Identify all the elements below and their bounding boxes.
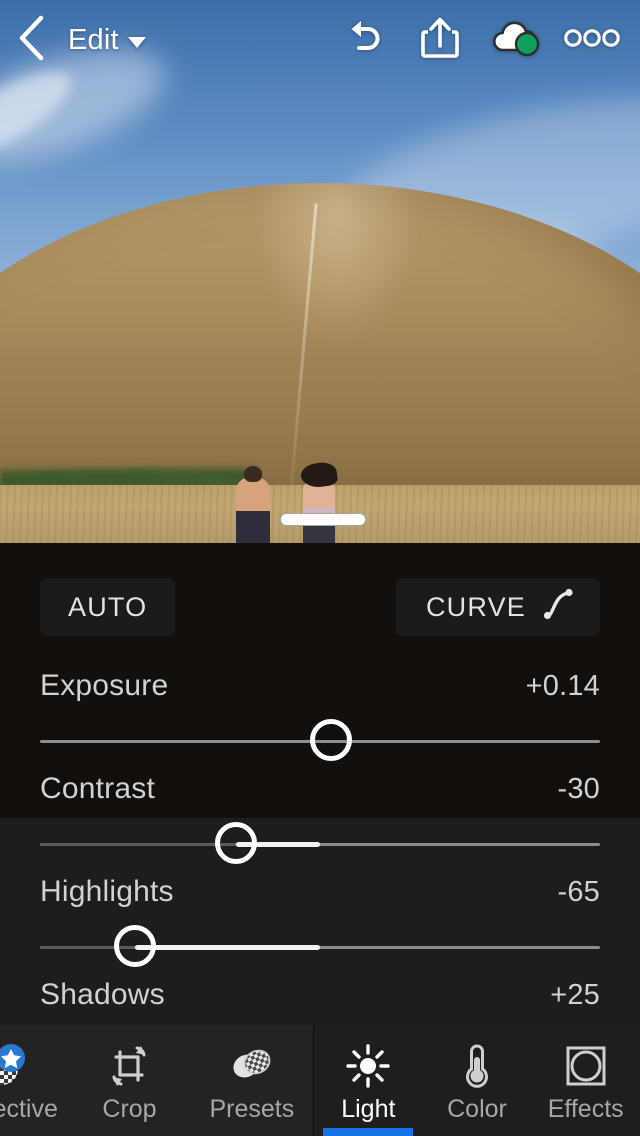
slider-handle[interactable] xyxy=(114,925,157,967)
tab-group-right: Light Color Effects xyxy=(313,1025,640,1136)
curve-button[interactable]: CURVE xyxy=(395,578,600,636)
active-tab-indicator xyxy=(323,1128,414,1136)
slider-track-contrast[interactable] xyxy=(40,822,600,866)
slider-value: +0.14 xyxy=(525,670,600,702)
tab-selective[interactable]: Selective xyxy=(0,1025,68,1136)
slider-label: Highlights xyxy=(40,875,174,908)
auto-button[interactable]: AUTO xyxy=(40,578,176,636)
slider-fill xyxy=(135,945,320,950)
tab-label: Light xyxy=(341,1095,396,1123)
lightroom-edit-screen: Edit AUTO CURVE Exposure +0.14 Contrast … xyxy=(0,0,640,1136)
cloud-sync-icon xyxy=(488,17,544,64)
share-icon xyxy=(420,16,460,65)
chevron-left-icon xyxy=(16,15,46,66)
slider-value: -30 xyxy=(557,773,600,805)
tab-presets[interactable]: Presets xyxy=(191,1025,313,1136)
tab-label: Crop xyxy=(102,1095,157,1123)
tab-effects[interactable]: Effects xyxy=(531,1025,640,1136)
slider-exposure: Exposure +0.14 xyxy=(0,669,640,763)
person-left xyxy=(236,466,270,543)
light-sun-icon xyxy=(345,1043,391,1089)
tab-crop[interactable]: Crop xyxy=(68,1025,190,1136)
tab-label: Color xyxy=(447,1095,507,1123)
slider-shadows: Shadows +25 xyxy=(0,978,640,1012)
cloud-sync-button[interactable] xyxy=(480,9,552,71)
more-options-icon xyxy=(564,27,620,54)
undo-icon xyxy=(342,18,386,63)
back-button[interactable] xyxy=(0,9,62,71)
page-title: Edit xyxy=(68,23,119,56)
tab-label: Selective xyxy=(0,1095,58,1123)
caret-down-icon xyxy=(127,36,146,48)
share-button[interactable] xyxy=(404,9,476,71)
effects-vignette-icon xyxy=(564,1043,608,1089)
slider-track-highlights[interactable] xyxy=(40,925,600,969)
slider-label: Exposure xyxy=(40,669,169,702)
tab-label: Presets xyxy=(209,1095,295,1123)
bottom-tab-bar: Selective Crop xyxy=(0,1025,640,1136)
white-pill-overlay xyxy=(280,513,366,526)
tab-label: Effects xyxy=(547,1095,624,1123)
slider-handle[interactable] xyxy=(310,719,353,761)
edit-mode-dropdown[interactable]: Edit xyxy=(62,9,152,71)
person-right xyxy=(303,479,335,543)
undo-button[interactable] xyxy=(328,9,400,71)
slider-value: -65 xyxy=(557,876,600,908)
slider-contrast: Contrast -30 xyxy=(0,772,640,866)
color-thermometer-icon xyxy=(459,1043,495,1089)
tab-light[interactable]: Light xyxy=(314,1025,423,1136)
slider-label: Shadows xyxy=(40,978,165,1011)
slider-value: +25 xyxy=(550,979,600,1011)
slider-handle[interactable] xyxy=(215,822,257,864)
more-options-button[interactable] xyxy=(556,9,628,71)
top-toolbar: Edit xyxy=(0,0,640,80)
photo-canvas[interactable] xyxy=(0,0,640,543)
crop-icon xyxy=(107,1043,151,1089)
selective-icon xyxy=(0,1043,30,1089)
tone-curve-icon xyxy=(542,587,576,628)
auto-button-label: AUTO xyxy=(68,591,148,622)
slider-track-exposure[interactable] xyxy=(40,719,600,763)
tab-color[interactable]: Color xyxy=(423,1025,532,1136)
presets-icon xyxy=(229,1043,275,1089)
slider-label: Contrast xyxy=(40,772,155,805)
slider-track-dim xyxy=(40,843,236,846)
tab-group-left: Selective Crop xyxy=(0,1025,313,1136)
slider-highlights: Highlights -65 xyxy=(0,875,640,969)
curve-button-label: CURVE xyxy=(425,591,526,622)
panel-button-row: AUTO CURVE xyxy=(0,578,640,636)
